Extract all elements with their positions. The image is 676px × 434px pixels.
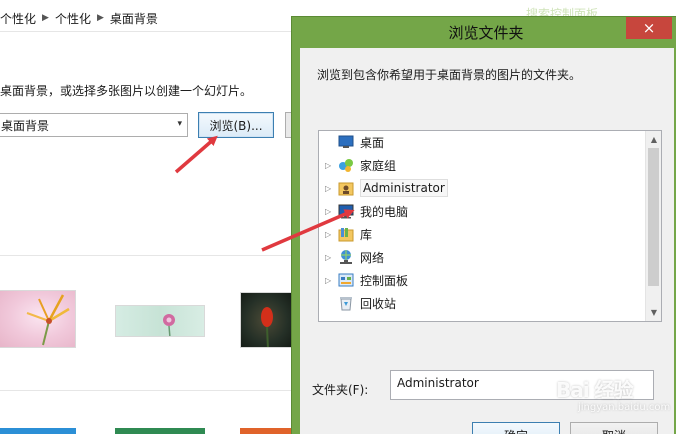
tree-item-label: 回收站 <box>360 296 397 311</box>
divider <box>0 255 292 256</box>
dialog-titlebar[interactable]: 浏览文件夹 <box>292 17 676 47</box>
homegroup-icon <box>337 157 355 173</box>
close-icon: × <box>642 19 656 37</box>
chevron-down-icon: ▾ <box>177 119 182 129</box>
wallpaper-thumbnail-tulip[interactable] <box>240 292 292 348</box>
tree-item-recycle-bin[interactable]: 回收站 <box>319 292 396 314</box>
tree-item-label: 库 <box>360 227 373 242</box>
breadcrumb: 个性化 ▶ 个性化 ▶ 桌面背景 <box>0 6 158 30</box>
tree-item-desktop[interactable]: 桌面 <box>319 131 384 153</box>
tree-item-label: Administrator <box>360 179 448 197</box>
tree-item-administrator[interactable]: ▷ Administrator <box>319 177 448 199</box>
divider <box>0 390 292 391</box>
tree-item-homegroup[interactable]: ▷ 家庭组 <box>319 154 396 176</box>
expand-arrow-icon: ▷ <box>325 252 332 262</box>
chevron-right-icon: ▶ <box>42 13 49 23</box>
tree-item-label: 桌面 <box>360 135 385 150</box>
browse-folder-dialog: 浏览文件夹 × 浏览到包含你希望用于桌面背景的图片的文件夹。 桌面 ▷ 家庭组 … <box>291 16 676 434</box>
recycle-bin-icon <box>337 295 355 311</box>
dialog-title: 浏览文件夹 <box>448 23 524 42</box>
expand-arrow-icon: ▷ <box>325 206 332 216</box>
breadcrumb-item-desktop-background[interactable]: 桌面背景 <box>110 10 158 27</box>
scroll-thumb[interactable] <box>648 148 659 286</box>
close-button[interactable]: × <box>626 17 672 39</box>
breadcrumb-item-personalization-2[interactable]: 个性化 <box>55 10 91 27</box>
tree-item-network[interactable]: ▷ 网络 <box>319 246 384 268</box>
expand-arrow-icon: ▷ <box>325 229 332 239</box>
browse-button[interactable]: 浏览(B)... <box>198 112 274 138</box>
computer-icon <box>337 203 355 219</box>
expand-arrow-icon: ▷ <box>325 275 332 285</box>
tree-item-label: 网络 <box>360 250 385 265</box>
control-panel-icon <box>337 272 355 288</box>
user-folder-icon <box>337 180 355 196</box>
watermark-url-text: jingyan.baidu.com <box>578 402 671 413</box>
divider <box>0 31 300 32</box>
library-icon <box>337 226 355 242</box>
tree-item-library[interactable]: ▷ 库 <box>319 223 372 245</box>
tree-item-control-panel[interactable]: ▷ 控制面板 <box>319 269 408 291</box>
wallpaper-thumbnail-lotus[interactable] <box>115 305 205 337</box>
wallpaper-thumbnail-blue[interactable] <box>0 428 76 434</box>
instruction-text: 桌面背景，或选择多张图片以创建一个幻灯片。 <box>0 84 253 98</box>
scroll-down-arrow-icon[interactable]: ▼ <box>646 304 661 321</box>
wallpaper-thumbnail-orange[interactable] <box>240 428 292 434</box>
network-icon <box>337 249 355 265</box>
watermark-logo-text: Bai 经验 <box>556 378 634 402</box>
tree-item-my-computer[interactable]: ▷ 我的电脑 <box>319 200 408 222</box>
folder-field-label: 文件夹(F): <box>312 383 369 397</box>
desktop-icon <box>337 134 355 150</box>
lotus-image <box>163 314 175 336</box>
folder-tree[interactable]: 桌面 ▷ 家庭组 ▷ Administrator ▷ 我的电脑 ▷ 库 ▷ 网络… <box>318 130 662 322</box>
tree-item-label: 控制面板 <box>360 273 409 288</box>
picture-location-value: 桌面背景 <box>1 118 50 133</box>
ok-button[interactable]: 确定 <box>472 422 560 434</box>
flower-image <box>26 294 70 346</box>
expand-arrow-icon: ▷ <box>325 160 332 170</box>
dialog-description: 浏览到包含你希望用于桌面背景的图片的文件夹。 <box>317 68 582 82</box>
breadcrumb-item-personalization[interactable]: 个性化 <box>0 10 36 27</box>
tulip-image <box>261 307 273 347</box>
wallpaper-thumbnail-flower[interactable] <box>0 290 76 348</box>
expand-arrow-icon: ▷ <box>325 183 332 193</box>
scroll-up-arrow-icon[interactable]: ▲ <box>646 131 661 148</box>
tree-item-label: 家庭组 <box>360 158 397 173</box>
picture-location-select[interactable]: 桌面背景 ▾ <box>0 113 188 137</box>
wallpaper-thumbnail-green[interactable] <box>115 428 205 434</box>
baidu-jingyan-watermark: Bai 经验 jingyan.baidu.com <box>556 374 672 430</box>
chevron-right-icon: ▶ <box>96 13 104 23</box>
tree-item-label: 我的电脑 <box>360 204 409 219</box>
tree-scrollbar[interactable]: ▲ ▼ <box>645 131 661 321</box>
